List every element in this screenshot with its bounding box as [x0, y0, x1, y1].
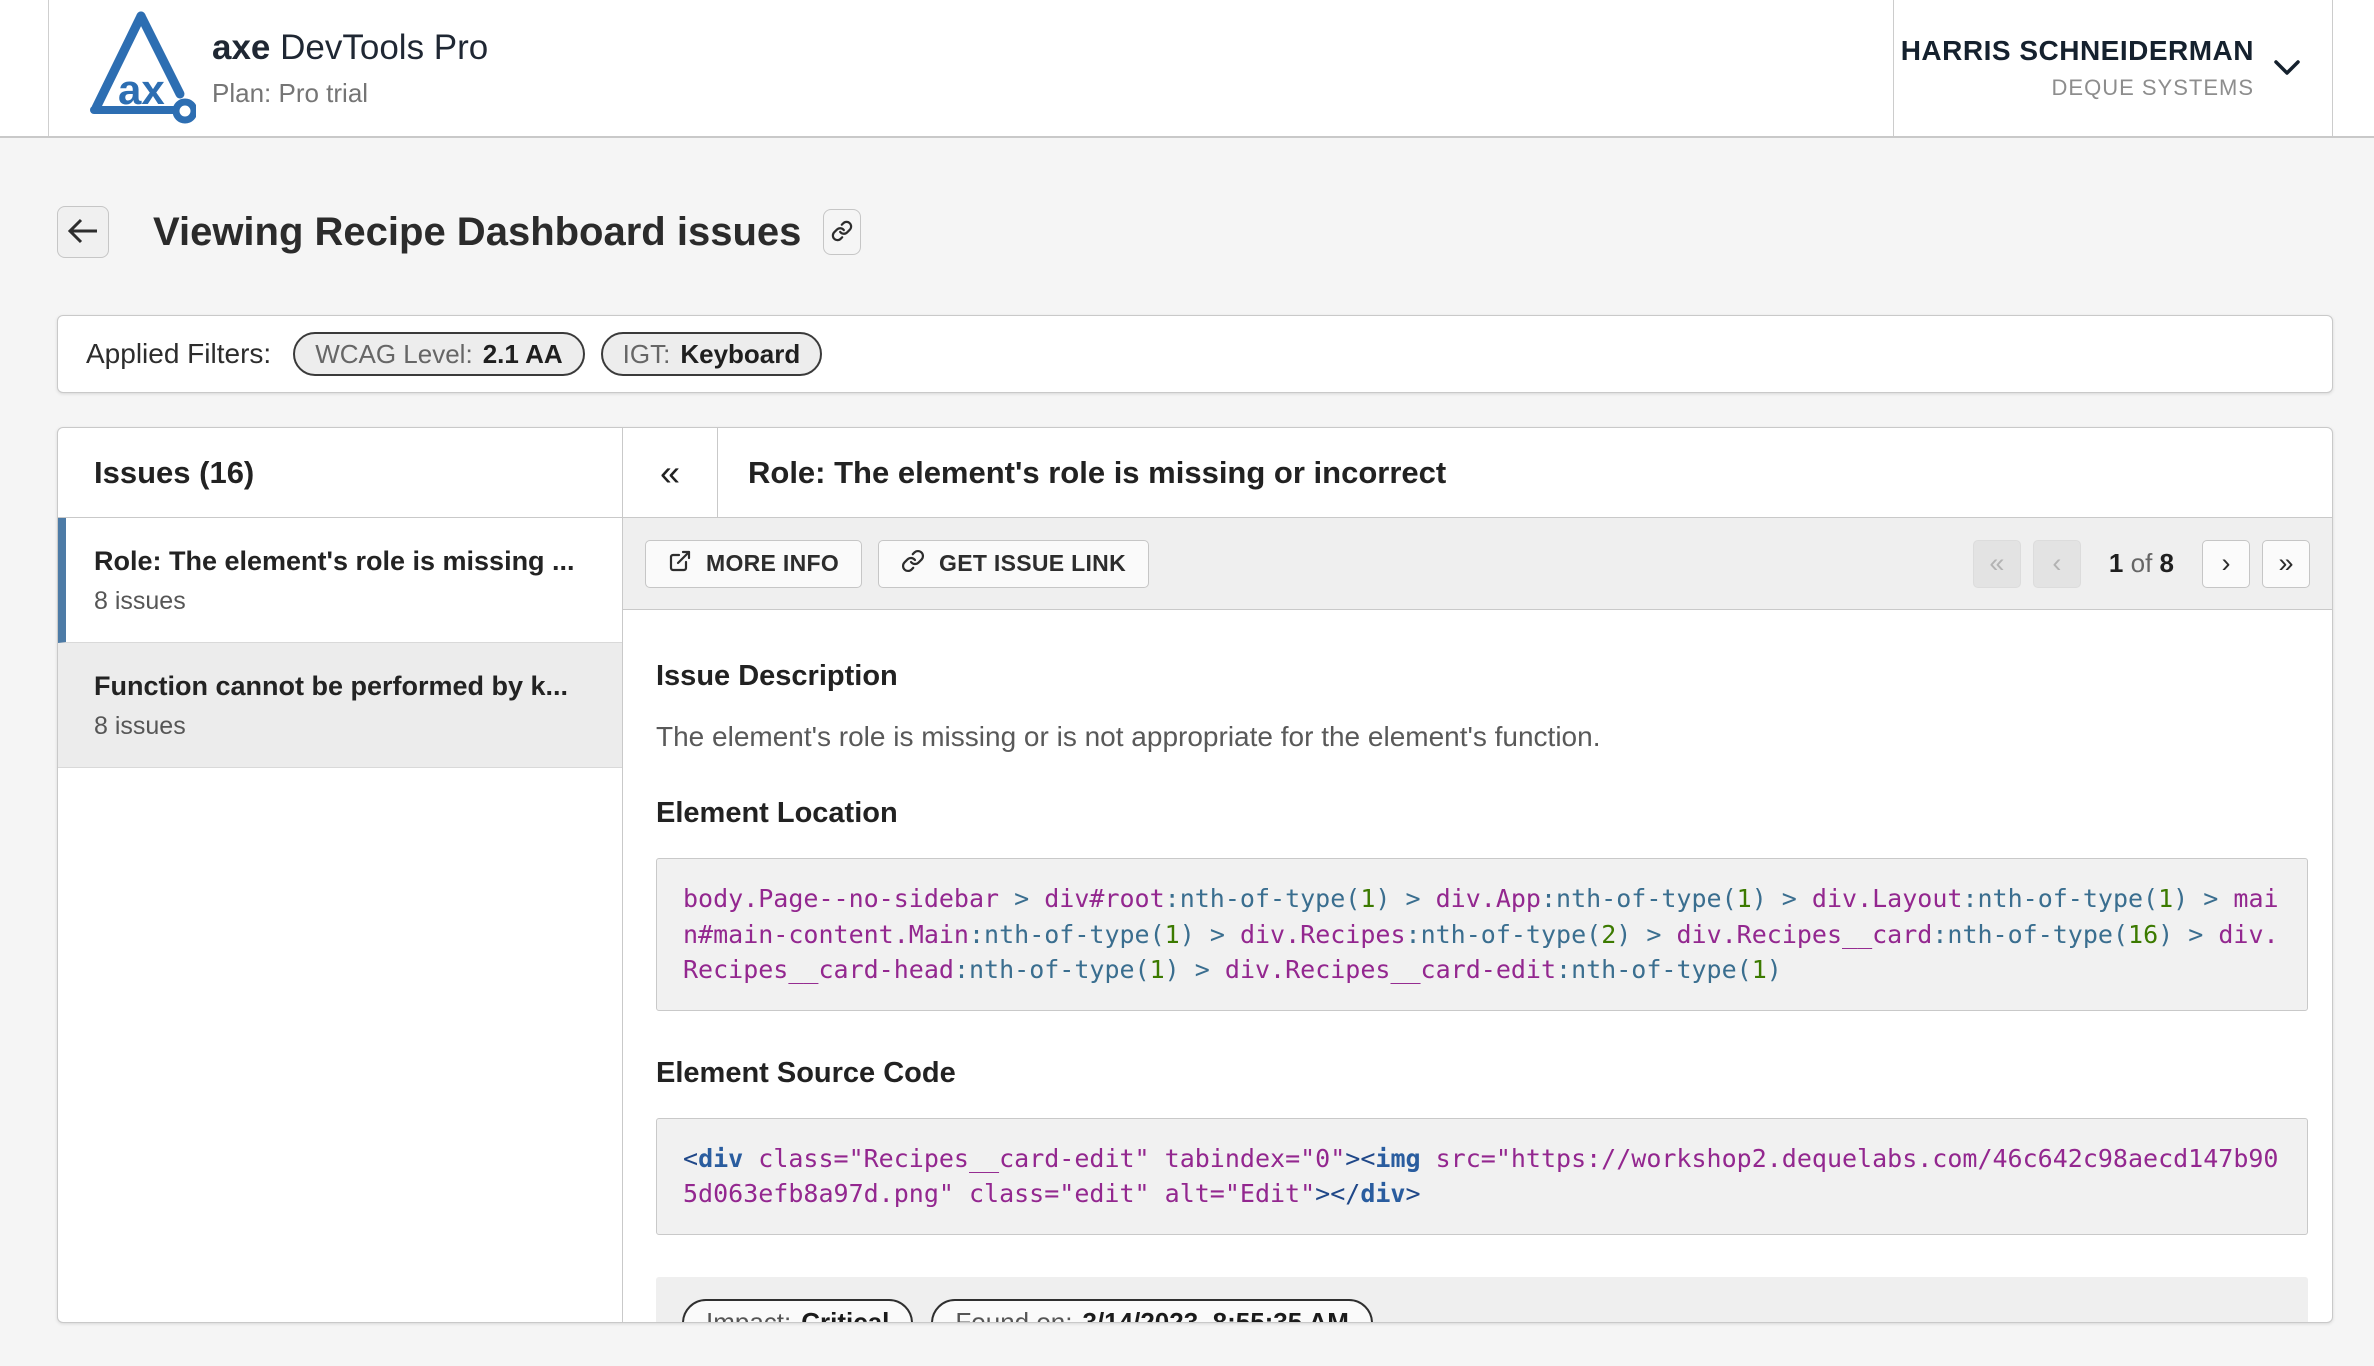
pagination-current: 1 [2109, 548, 2123, 578]
impact-value: Critical [801, 1307, 889, 1322]
back-arrow-icon [66, 216, 100, 249]
issue-description-text: The element's role is missing or is not … [656, 721, 2308, 753]
brand-block: axe DevTools Pro Plan: Pro trial [212, 28, 488, 109]
impact-badge: Impact: Critical [682, 1299, 913, 1323]
page-title: Viewing Recipe Dashboard issues [153, 210, 801, 255]
element-location-heading: Element Location [656, 797, 2308, 830]
collapse-issues-panel-button[interactable]: « [623, 428, 718, 517]
app-root: ax axe DevTools Pro Plan: Pro trial HARR… [0, 0, 2374, 1366]
issue-item-title: Role: The element's role is missing ... [94, 546, 592, 577]
issue-list-item-role[interactable]: Role: The element's role is missing ... … [58, 518, 622, 643]
issue-meta-bar: Impact: Critical Found on: 3/14/2023, 8:… [656, 1277, 2308, 1323]
link-icon [901, 549, 939, 579]
main-card: Issues (16) Role: The element's role is … [57, 427, 2333, 1323]
found-on-value: 3/14/2023, 8:55:35 AM [1083, 1307, 1349, 1322]
more-info-button[interactable]: MORE INFO [645, 540, 862, 588]
element-source-code: <div class="Recipes__card-edit" tabindex… [656, 1118, 2308, 1235]
applied-filters-label: Applied Filters: [86, 338, 271, 370]
issue-description-heading: Issue Description [656, 660, 2308, 693]
user-menu[interactable]: HARRIS SCHNEIDERMAN DEQUE SYSTEMS [1893, 0, 2333, 136]
axe-logo-icon: ax [84, 8, 196, 128]
filter-pill-wcag-value: 2.1 AA [483, 339, 563, 370]
app-header: ax axe DevTools Pro Plan: Pro trial HARR… [0, 0, 2374, 138]
user-name: HARRIS SCHNEIDERMAN [1901, 35, 2254, 67]
pagination-total: 8 [2160, 548, 2174, 578]
issue-item-count: 8 issues [94, 587, 592, 616]
get-issue-link-label: GET ISSUE LINK [939, 550, 1126, 577]
title-row: Viewing Recipe Dashboard issues [57, 206, 861, 258]
issues-panel: Issues (16) Role: The element's role is … [58, 428, 623, 1322]
pagination-status: 1 of 8 [2109, 548, 2174, 579]
copy-page-link-button[interactable] [823, 209, 861, 255]
header-left-divider [48, 0, 49, 136]
detail-toolbar: MORE INFO GET ISSUE LINK « ‹ 1 of 8 › [623, 518, 2332, 610]
detail-body: Issue Description The element's role is … [623, 610, 2332, 1322]
detail-header: « Role: The element's role is missing or… [623, 428, 2332, 518]
applied-filters-card: Applied Filters: WCAG Level: 2.1 AA IGT:… [57, 315, 2333, 393]
filter-pill-wcag-label: WCAG Level: [315, 339, 473, 370]
brand-title-rest: DevTools Pro [270, 28, 488, 67]
filter-pill-igt-label: IGT: [623, 339, 671, 370]
more-info-label: MORE INFO [706, 550, 839, 577]
issue-list-item-function[interactable]: Function cannot be performed by k... 8 i… [58, 643, 622, 768]
filter-pill-igt-value: Keyboard [680, 339, 800, 370]
element-location-code: body.Page--no-sidebar > div#root:nth-of-… [656, 858, 2308, 1011]
pagination-first-button[interactable]: « [1973, 540, 2021, 588]
impact-label: Impact: [706, 1307, 791, 1322]
issue-detail-title: Role: The element's role is missing or i… [718, 428, 1446, 517]
pagination-of-label: of [2131, 548, 2153, 578]
found-on-label: Found on: [955, 1307, 1072, 1322]
back-button[interactable] [57, 206, 109, 258]
chevron-down-icon [2272, 58, 2302, 78]
brand-title-bold: axe [212, 28, 270, 67]
user-org: DEQUE SYSTEMS [2052, 75, 2254, 101]
filter-pill-wcag: WCAG Level: 2.1 AA [293, 332, 584, 376]
user-text: HARRIS SCHNEIDERMAN DEQUE SYSTEMS [1901, 35, 2254, 101]
filter-pill-igt: IGT: Keyboard [601, 332, 823, 376]
issues-panel-title: Issues (16) [58, 428, 622, 518]
plan-label: Plan: Pro trial [212, 78, 488, 109]
brand-title: axe DevTools Pro [212, 28, 488, 68]
pagination-next-button[interactable]: › [2202, 540, 2250, 588]
get-issue-link-button[interactable]: GET ISSUE LINK [878, 540, 1149, 588]
pagination-last-button[interactable]: » [2262, 540, 2310, 588]
issue-detail-panel: « Role: The element's role is missing or… [623, 428, 2332, 1322]
found-on-badge: Found on: 3/14/2023, 8:55:35 AM [931, 1299, 1373, 1323]
element-source-heading: Element Source Code [656, 1057, 2308, 1090]
issue-item-count: 8 issues [94, 712, 592, 741]
issue-item-title: Function cannot be performed by k... [94, 671, 592, 702]
external-link-icon [668, 549, 706, 579]
svg-text:ax: ax [118, 66, 165, 113]
link-icon [831, 220, 853, 245]
pagination-prev-button[interactable]: ‹ [2033, 540, 2081, 588]
